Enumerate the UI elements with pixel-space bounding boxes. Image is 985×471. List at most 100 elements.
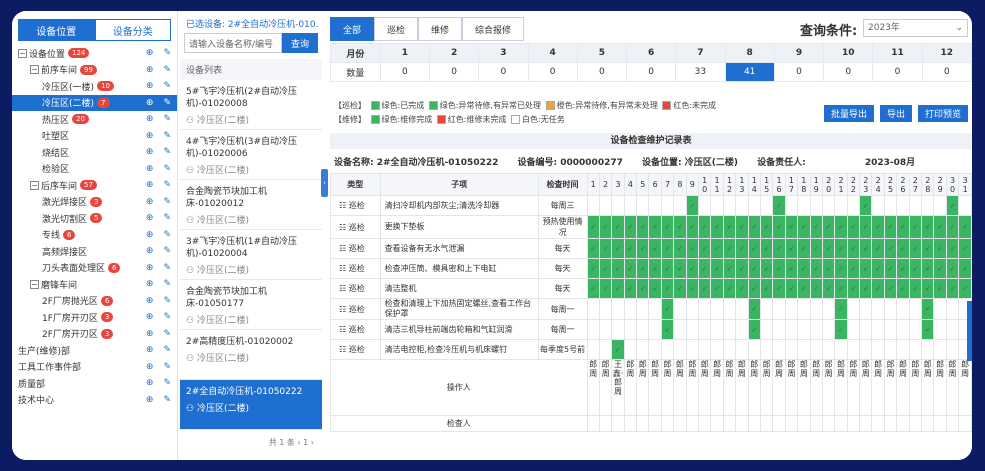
day-status-cell[interactable] [586,298,600,320]
day-status-cell[interactable]: ✓ [685,215,700,239]
day-status-cell[interactable]: ✓ [809,258,823,279]
day-status-cell[interactable]: ✓ [623,238,638,259]
add-icon[interactable]: ⊕ [146,279,154,289]
day-status-cell[interactable]: ✓ [747,258,761,279]
tree-node[interactable]: 吐塑区 ⊕ ✎ [12,128,177,145]
day-status-cell[interactable]: ✓ [710,238,724,259]
month-count-cell[interactable]: 0 [527,62,578,82]
day-status-cell[interactable] [648,298,662,320]
day-status-cell[interactable] [636,339,650,360]
month-cell[interactable]: 3 [478,43,529,63]
add-icon[interactable]: ⊕ [146,296,154,306]
month-count-cell[interactable]: 0 [429,62,480,82]
day-status-cell[interactable] [722,298,737,320]
tree-node[interactable]: 工具工作事件部 ⊕ ✎ [12,359,177,376]
edit-icon[interactable]: ✎ [163,312,171,322]
day-status-cell[interactable] [710,319,724,340]
day-status-cell[interactable] [809,298,823,320]
device-list-item[interactable]: 4#飞宇冷压机(3#自动冷压机)-01020006 ⚇ 冷压区(二楼) [180,130,322,180]
day-status-cell[interactable]: ✓ [598,238,613,259]
day-status-cell[interactable]: ✓ [871,215,885,239]
day-status-cell[interactable] [611,319,625,340]
pagination[interactable]: 共 1 条 ‹ 1 › [269,437,314,448]
day-status-cell[interactable]: ✓ [623,278,638,299]
day-status-cell[interactable]: ✓ [660,298,675,320]
edit-icon[interactable]: ✎ [163,378,171,388]
day-status-cell[interactable]: ✓ [908,278,923,299]
day-status-cell[interactable]: ✓ [772,238,786,259]
edit-icon[interactable]: ✎ [163,81,171,91]
day-status-cell[interactable]: ✓ [896,215,910,239]
add-icon[interactable]: ⊕ [146,378,154,388]
day-status-cell[interactable] [772,339,786,360]
add-icon[interactable]: ⊕ [146,197,154,207]
tree-node[interactable]: 专线 6 ⊕ ✎ [12,227,177,244]
day-status-cell[interactable] [797,195,811,216]
day-status-cell[interactable]: ✓ [834,278,848,299]
day-status-cell[interactable]: ✓ [623,258,638,279]
day-status-cell[interactable] [586,339,600,360]
day-status-cell[interactable]: ✓ [846,258,861,279]
day-status-cell[interactable]: ✓ [710,258,724,279]
day-status-cell[interactable] [636,298,650,320]
day-status-cell[interactable] [958,195,972,216]
tree-node[interactable]: 冷压区(一楼) 10 ⊕ ✎ [12,78,177,95]
day-status-cell[interactable]: ✓ [834,319,848,340]
device-search-input[interactable]: 请输入设备名称/编号 [184,33,282,53]
day-status-cell[interactable]: ✓ [759,258,774,279]
day-status-cell[interactable]: ✓ [611,339,625,360]
month-cell[interactable]: 2 [429,43,480,63]
day-status-cell[interactable] [722,195,737,216]
tree-node[interactable]: 烧结区 ⊕ ✎ [12,144,177,161]
add-icon[interactable]: ⊕ [146,114,154,124]
day-status-cell[interactable]: ✓ [859,258,873,279]
day-status-cell[interactable] [821,298,836,320]
day-status-cell[interactable]: ✓ [834,258,848,279]
day-status-cell[interactable]: ✓ [958,215,972,239]
day-status-cell[interactable]: ✓ [673,215,687,239]
day-status-cell[interactable]: ✓ [784,215,799,239]
tree-node[interactable]: 高频焊接区 ⊕ ✎ [12,243,177,260]
day-status-cell[interactable] [759,298,774,320]
print-preview-button[interactable]: 打印预览 [917,105,968,122]
day-status-cell[interactable] [759,339,774,360]
day-status-cell[interactable]: ✓ [722,278,737,299]
day-status-cell[interactable] [685,319,700,340]
day-status-cell[interactable] [648,195,662,216]
day-status-cell[interactable]: ✓ [636,215,650,239]
day-status-cell[interactable]: ✓ [673,238,687,259]
month-count-cell[interactable]: 0 [379,62,431,82]
day-status-cell[interactable] [846,319,861,340]
day-status-cell[interactable] [834,339,848,360]
add-icon[interactable]: ⊕ [146,131,154,141]
tree-node[interactable]: 生产(维修)部 ⊕ ✎ [12,342,177,359]
month-count-cell[interactable]: 0 [823,62,874,82]
day-status-cell[interactable]: ✓ [673,278,687,299]
edit-icon[interactable]: ✎ [163,230,171,240]
day-status-cell[interactable]: ✓ [735,238,749,259]
month-cell[interactable]: 9 [773,43,825,63]
tree-node[interactable]: 质量部 ⊕ ✎ [12,375,177,392]
device-list-item[interactable]: 2#高精度压机-01020002 ⚇ 冷压区(二楼) [180,330,322,380]
tree-node[interactable]: − 前序车间 99 ⊕ ✎ [12,62,177,79]
day-status-cell[interactable] [784,339,799,360]
day-status-cell[interactable] [685,298,700,320]
add-icon[interactable]: ⊕ [146,312,154,322]
device-list-item[interactable]: 合金陶瓷节块加工机床-01050177 ⚇ 冷压区(二楼) [180,280,322,330]
add-icon[interactable]: ⊕ [146,48,154,58]
tree-node[interactable]: 2F厂房抛光区 6 ⊕ ✎ [12,293,177,310]
day-status-cell[interactable] [908,195,923,216]
edit-icon[interactable]: ✎ [163,345,171,355]
day-status-cell[interactable]: ✓ [747,278,761,299]
day-status-cell[interactable]: ✓ [945,278,960,299]
day-status-cell[interactable] [921,195,935,216]
add-icon[interactable]: ⊕ [146,246,154,256]
vertical-scrollbar[interactable] [967,301,972,361]
day-status-cell[interactable] [611,298,625,320]
tree-node[interactable]: 1F厂房开刃区 3 ⊕ ✎ [12,309,177,326]
day-status-cell[interactable]: ✓ [834,215,848,239]
day-status-cell[interactable]: ✓ [636,258,650,279]
day-status-cell[interactable] [673,339,687,360]
edit-icon[interactable]: ✎ [163,329,171,339]
day-status-cell[interactable] [797,298,811,320]
